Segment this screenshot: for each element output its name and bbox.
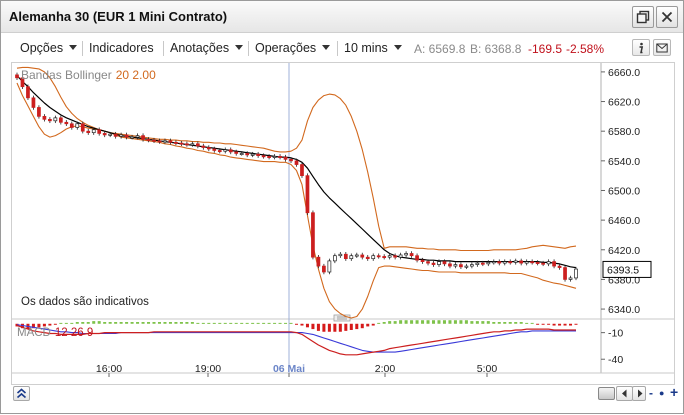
price-change-percent: -2.58% — [566, 42, 605, 56]
bollinger-legend-params: 20 2.00 — [115, 68, 156, 82]
indicators-menu[interactable]: Indicadores — [89, 41, 154, 55]
options-menu[interactable]: Opções — [20, 41, 78, 55]
scrollbar-thumb[interactable] — [598, 387, 615, 400]
toolbar-divider — [163, 41, 164, 56]
scroll-back-button[interactable] — [616, 386, 633, 401]
toolbar-divider — [82, 41, 83, 56]
chart-navigation-bar: - ● + — [11, 385, 678, 403]
title-bar[interactable]: Alemanha 30 (EUR 1 Mini Contrato) — [1, 1, 683, 33]
chevron-down-icon — [393, 45, 402, 51]
info-button[interactable] — [632, 39, 650, 56]
restore-window-icon — [636, 10, 650, 24]
annotations-menu-label: Anotações — [170, 41, 230, 55]
scroll-forward-button[interactable] — [632, 386, 646, 401]
ask-price: A: 6569.8 — [414, 42, 466, 56]
info-icon — [639, 42, 644, 54]
zoom-reset-button[interactable]: ● — [659, 386, 664, 400]
chevron-down-icon — [69, 45, 78, 51]
indicative-data-notice: Os dados são indicativos — [21, 296, 149, 308]
window-title: Alemanha 30 (EUR 1 Mini Contrato) — [9, 9, 228, 24]
chevron-down-icon — [235, 45, 244, 51]
price-change: -169.5 — [528, 42, 563, 56]
envelope-icon — [656, 43, 668, 53]
chart-toolbar: Opções Indicadores Anotações Operações 1… — [11, 38, 675, 60]
toolbar-divider — [248, 41, 249, 56]
macd-legend-params: 12 26 9 — [54, 327, 94, 339]
chevron-right-icon — [638, 389, 643, 398]
macd-legend-name: MACD — [17, 327, 51, 339]
operations-menu[interactable]: Operações — [255, 41, 331, 55]
restore-window-button[interactable] — [632, 6, 654, 28]
macd-legend[interactable]: MACD 12 26 9 — [17, 327, 93, 339]
chevron-down-icon — [322, 45, 331, 51]
bollinger-legend-name: Bandas Bollinger — [21, 68, 112, 82]
chart-window: Alemanha 30 (EUR 1 Mini Contrato) Opções… — [0, 0, 684, 414]
collapse-panel-button[interactable] — [13, 386, 30, 401]
bid-price: B: 6368.8 — [470, 42, 522, 56]
double-chevron-up-icon — [16, 388, 27, 399]
operations-menu-label: Operações — [255, 41, 317, 55]
annotations-menu[interactable]: Anotações — [170, 41, 244, 55]
options-menu-label: Opções — [20, 41, 64, 55]
close-window-button[interactable] — [656, 6, 678, 28]
email-button[interactable] — [653, 39, 671, 56]
bollinger-legend[interactable]: Bandas Bollinger 20 2.00 — [21, 68, 156, 82]
toolbar-divider — [337, 41, 338, 56]
zoom-in-button[interactable]: + — [670, 385, 678, 399]
close-icon — [661, 11, 673, 23]
interval-select-label: 10 mins — [344, 41, 388, 55]
interval-select[interactable]: 10 mins — [344, 41, 402, 55]
zoom-out-button[interactable]: - — [649, 386, 653, 400]
chart-area[interactable] — [11, 62, 675, 385]
chevron-left-icon — [622, 389, 627, 398]
